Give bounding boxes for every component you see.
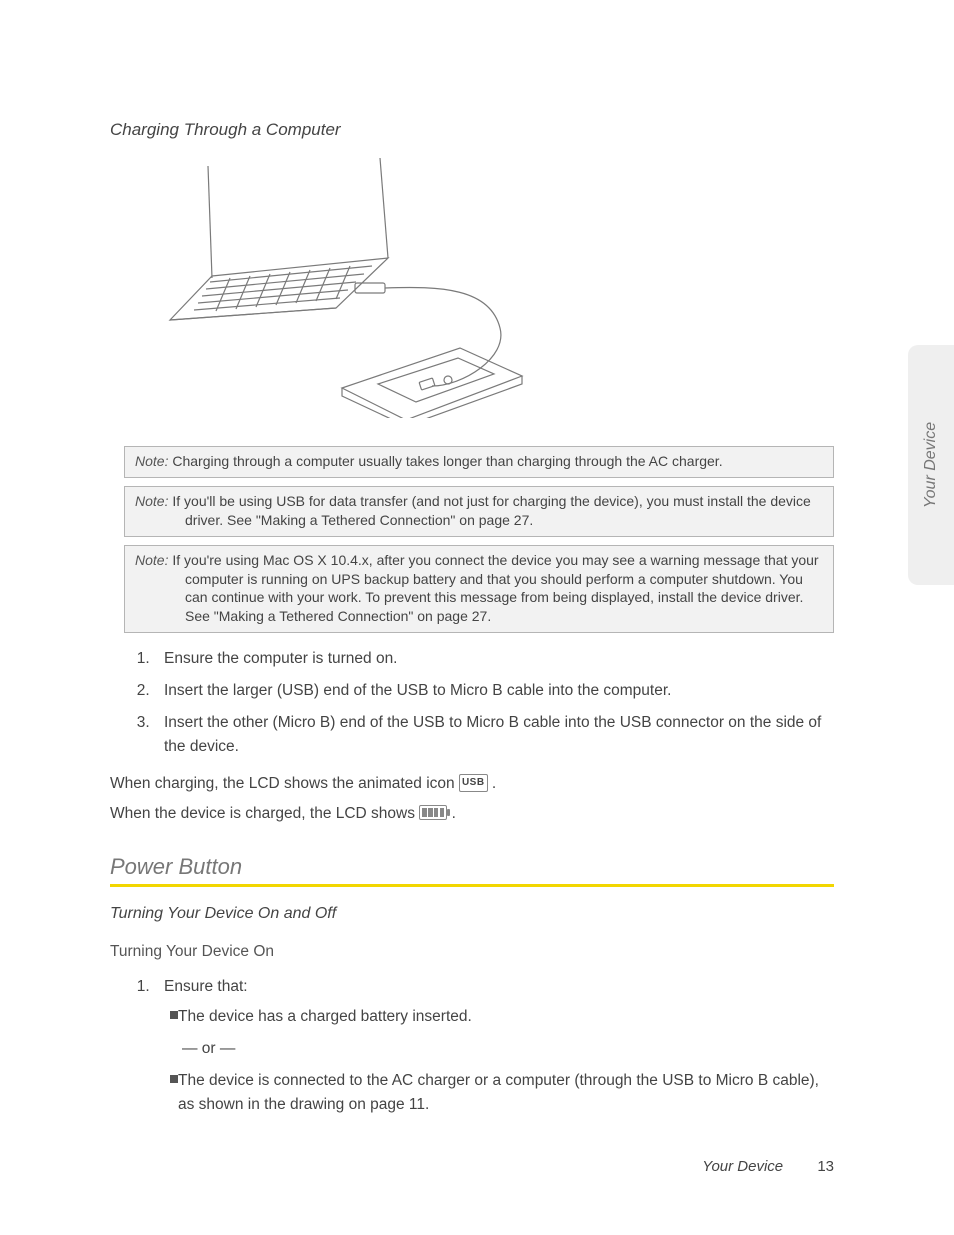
text-charged-suffix: . xyxy=(452,805,456,822)
battery-full-icon xyxy=(419,805,447,820)
ensure-step: Ensure that: The device has a charged ba… xyxy=(154,975,834,1117)
topic-rule xyxy=(110,884,834,887)
note-text-3: If you're using Mac OS X 10.4.x, after y… xyxy=(172,552,818,625)
bullet-battery: The device has a charged battery inserte… xyxy=(168,1005,834,1029)
heading-turning-on: Turning Your Device On xyxy=(110,943,834,961)
step-1: Ensure the computer is turned on. xyxy=(154,647,834,671)
footer-page-number: 13 xyxy=(817,1158,834,1175)
note-box-2: Note: If you'll be using USB for data tr… xyxy=(124,486,834,537)
bullet-charger: The device is connected to the AC charge… xyxy=(168,1069,834,1117)
note-text-1: Charging through a computer usually take… xyxy=(172,453,722,469)
note-label: Note: xyxy=(135,493,168,509)
steps-list: Ensure the computer is turned on. Insert… xyxy=(110,647,834,759)
illustration-charging xyxy=(160,158,570,418)
ensure-lead: Ensure that: xyxy=(164,978,248,995)
footer-section: Your Device xyxy=(702,1158,783,1175)
bullet-or: — or — xyxy=(168,1037,834,1061)
note-text-2: If you'll be using USB for data transfer… xyxy=(172,493,810,528)
side-tab-label: Your Device xyxy=(922,422,940,508)
heading-charging: Charging Through a Computer xyxy=(110,120,834,140)
note-label: Note: xyxy=(135,552,168,568)
figure-laptop-device xyxy=(160,158,834,418)
step-2: Insert the larger (USB) end of the USB t… xyxy=(154,679,834,703)
note-box-1: Note: Charging through a computer usuall… xyxy=(124,446,834,478)
usb-icon: USB xyxy=(459,774,488,792)
body-line-battery: When the device is charged, the LCD show… xyxy=(110,799,834,828)
note-label: Note: xyxy=(135,453,168,469)
side-tab: Your Device xyxy=(908,345,954,585)
ensure-list: Ensure that: The device has a charged ba… xyxy=(110,975,834,1117)
body-line-usb: When charging, the LCD shows the animate… xyxy=(110,769,834,798)
step-3: Insert the other (Micro B) end of the US… xyxy=(154,711,834,759)
page: Charging Through a Computer xyxy=(0,0,954,1235)
note-box-3: Note: If you're using Mac OS X 10.4.x, a… xyxy=(124,545,834,634)
page-footer: Your Device 13 xyxy=(702,1158,834,1175)
text-charging-prefix: When charging, the LCD shows the animate… xyxy=(110,775,459,792)
heading-turning: Turning Your Device On and Off xyxy=(110,905,834,923)
ensure-bullets: The device has a charged battery inserte… xyxy=(164,1005,834,1117)
text-charged-prefix: When the device is charged, the LCD show… xyxy=(110,805,419,822)
text-charging-suffix: . xyxy=(492,775,496,792)
heading-power-button: Power Button xyxy=(110,854,834,880)
